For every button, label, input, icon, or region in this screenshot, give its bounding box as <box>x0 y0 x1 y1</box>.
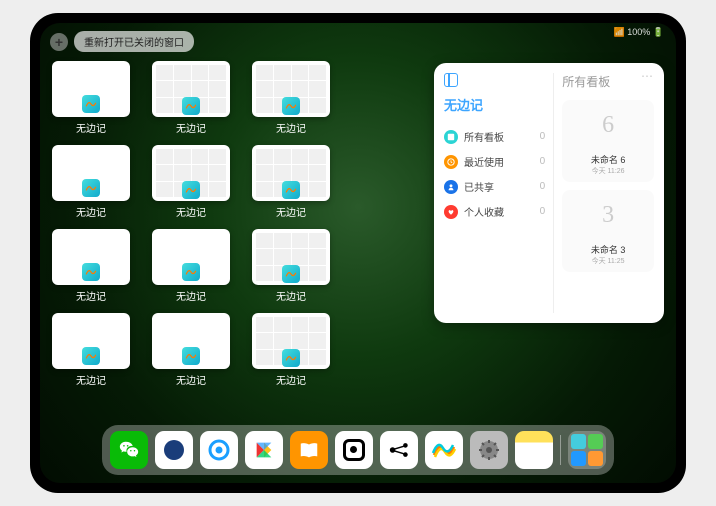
dock-app-settings[interactable] <box>470 431 508 469</box>
boards-list: 6 未命名 6今天 11:26 3 未命名 3今天 11:25 <box>562 100 654 272</box>
app-window[interactable]: 无边记 <box>52 229 130 303</box>
app-window[interactable]: 无边记 <box>252 145 330 219</box>
panel-right: 所有看板 6未命名 6今天 11:263未命名 3今天 11:25 <box>553 73 654 313</box>
sidebar-item[interactable]: 已共享 0 <box>444 174 545 199</box>
dock-separator <box>560 435 561 465</box>
app-window[interactable]: 无边记 <box>152 145 230 219</box>
window-label: 无边记 <box>276 288 306 303</box>
panel-left: 无边记 所有看板 0 最近使用 0 已共享 0 个人收藏 0 <box>444 73 553 313</box>
dock-app-books[interactable] <box>290 431 328 469</box>
window-label: 无边记 <box>76 120 106 135</box>
person-icon <box>444 180 458 194</box>
heart-icon <box>444 205 458 219</box>
board-name: 未命名 6 <box>591 153 626 166</box>
sidebar-list: 所有看板 0 最近使用 0 已共享 0 个人收藏 0 <box>444 124 545 224</box>
sidebar-item[interactable]: 所有看板 0 <box>444 124 545 149</box>
sidebar-item[interactable]: 个人收藏 0 <box>444 199 545 224</box>
app-window[interactable]: 无边记 <box>52 145 130 219</box>
window-label: 无边记 <box>176 372 206 387</box>
sidebar-item-count: 0 <box>540 181 546 192</box>
window-label: 无边记 <box>276 372 306 387</box>
dock-app-browser[interactable] <box>200 431 238 469</box>
top-toolbar: + 重新打开已关闭的窗口 <box>50 31 194 52</box>
sidebar-toggle-icon[interactable] <box>444 73 458 87</box>
board-card[interactable]: 6 未命名 6今天 11:26 <box>562 100 654 182</box>
dock-app-play[interactable] <box>245 431 283 469</box>
sidebar-item-label: 个人收藏 <box>464 204 534 219</box>
sidebar-item-label: 最近使用 <box>464 154 534 169</box>
dock-app-wechat[interactable] <box>110 431 148 469</box>
app-window[interactable]: 无边记 <box>52 61 130 135</box>
window-label: 无边记 <box>76 288 106 303</box>
dock-app-app2[interactable] <box>155 431 193 469</box>
status-bar: 📶 100% 🔋 <box>614 27 664 38</box>
board-meta: 今天 11:25 <box>592 256 625 266</box>
window-label: 无边记 <box>176 204 206 219</box>
dock <box>102 425 614 475</box>
dock-app-freeform[interactable] <box>425 431 463 469</box>
app-window[interactable]: 无边记 <box>52 313 130 387</box>
panel-left-title: 无边记 <box>444 95 545 114</box>
sidebar-item-count: 0 <box>540 131 546 142</box>
sidebar-item-count: 0 <box>540 206 546 217</box>
dock-app-library[interactable] <box>568 431 606 469</box>
board-sketch: 3 <box>602 202 614 229</box>
app-window[interactable]: 无边记 <box>152 313 230 387</box>
window-label: 无边记 <box>176 288 206 303</box>
add-button[interactable]: + <box>50 33 68 51</box>
window-label: 无边记 <box>176 120 206 135</box>
freeform-sidebar-panel[interactable]: ⋯ 无边记 所有看板0最近使用0已共享0个人收藏0 所有看板 6未命名 6今天 … <box>434 63 664 323</box>
ipad-device: 📶 100% 🔋 + 重新打开已关闭的窗口 无边记无边记无边记无边记无边记无边记… <box>30 13 686 493</box>
app-window[interactable]: 无边记 <box>152 61 230 135</box>
clock-icon <box>444 155 458 169</box>
screen: 📶 100% 🔋 + 重新打开已关闭的窗口 无边记无边记无边记无边记无边记无边记… <box>40 23 676 483</box>
board-name: 未命名 3 <box>591 243 626 256</box>
app-window[interactable]: 无边记 <box>252 229 330 303</box>
sidebar-item-count: 0 <box>540 156 546 167</box>
app-window[interactable]: 无边记 <box>152 229 230 303</box>
board-card[interactable]: 3 未命名 3今天 11:25 <box>562 190 654 272</box>
windows-grid: 无边记无边记无边记无边记无边记无边记无边记无边记无边记无边记无边记无边记 <box>52 55 424 425</box>
reopen-closed-window-button[interactable]: 重新打开已关闭的窗口 <box>74 31 194 52</box>
workspace: 无边记无边记无边记无边记无边记无边记无边记无边记无边记无边记无边记无边记 ⋯ 无… <box>52 55 664 425</box>
window-label: 无边记 <box>76 204 106 219</box>
dock-app-app7[interactable] <box>380 431 418 469</box>
sidebar-item-label: 所有看板 <box>464 129 534 144</box>
window-label: 无边记 <box>76 372 106 387</box>
window-label: 无边记 <box>276 120 306 135</box>
app-window[interactable]: 无边记 <box>252 313 330 387</box>
board-sketch: 6 <box>602 112 614 139</box>
sidebar-item-label: 已共享 <box>464 179 534 194</box>
dock-app-dice[interactable] <box>335 431 373 469</box>
sidebar-item[interactable]: 最近使用 0 <box>444 149 545 174</box>
square-icon <box>444 130 458 144</box>
board-meta: 今天 11:26 <box>592 166 625 176</box>
dock-app-notes[interactable] <box>515 431 553 469</box>
more-icon[interactable]: ⋯ <box>641 69 654 83</box>
app-window[interactable]: 无边记 <box>252 61 330 135</box>
window-label: 无边记 <box>276 204 306 219</box>
